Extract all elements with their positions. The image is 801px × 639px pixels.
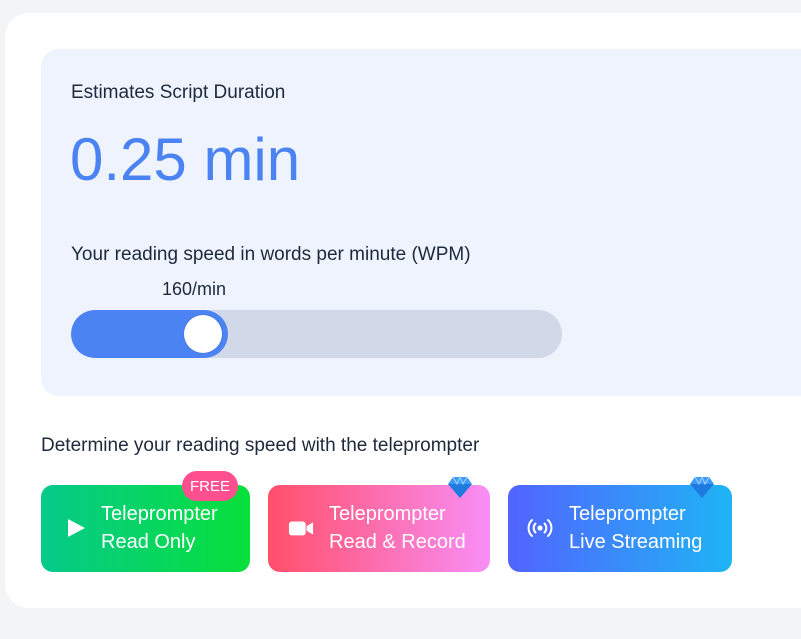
wpm-slider-thumb[interactable] xyxy=(184,315,222,353)
play-icon xyxy=(63,515,89,541)
broadcast-icon xyxy=(527,515,553,541)
estimate-value: 0.25 min xyxy=(70,126,301,193)
button-label: Teleprompter Read & Record xyxy=(329,503,466,553)
wpm-slider-track[interactable] xyxy=(71,310,562,358)
button-label: Teleprompter Read Only xyxy=(101,503,218,553)
diamond-icon xyxy=(448,475,472,498)
free-badge: FREE xyxy=(182,471,238,501)
button-label: Teleprompter Live Streaming xyxy=(569,503,703,553)
video-camera-icon xyxy=(288,515,314,541)
teleprompter-prompt: Determine your reading speed with the te… xyxy=(41,435,480,456)
wpm-value: 160/min xyxy=(162,279,227,299)
wpm-label: Your reading speed in words per minute (… xyxy=(71,244,471,265)
diamond-icon xyxy=(690,475,714,498)
estimate-label: Estimates Script Duration xyxy=(71,82,286,103)
